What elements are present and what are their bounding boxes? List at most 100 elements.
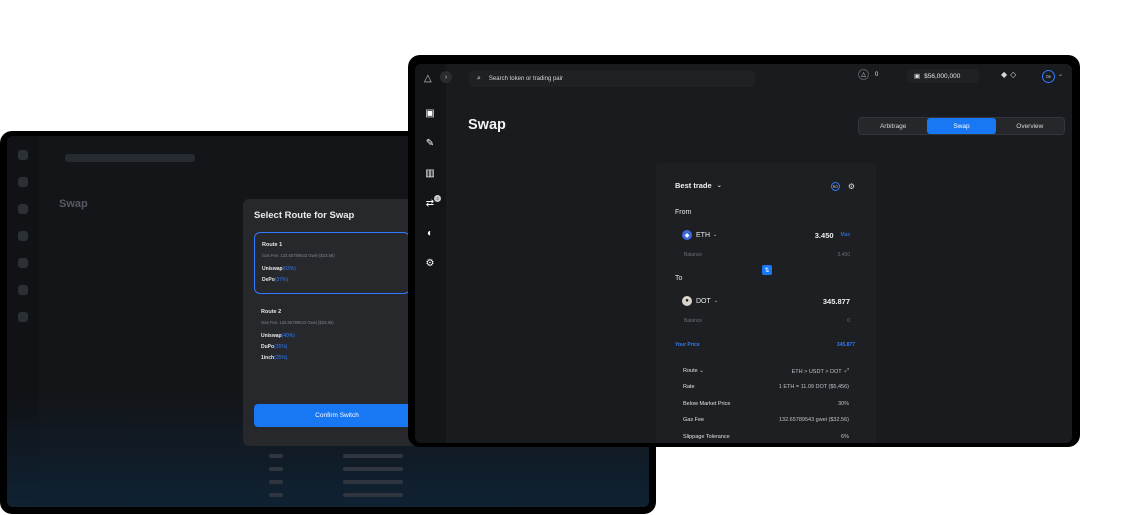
network-selector[interactable]: ◆ ◇ xyxy=(1001,70,1016,79)
your-price-label: Your Price xyxy=(675,342,700,348)
to-amount-value: 345.877 xyxy=(822,296,850,306)
back-swap-icon xyxy=(18,258,28,268)
from-balance-row: Balance 3.450 xyxy=(684,252,850,258)
back-search-input xyxy=(65,154,195,162)
detail-label: Route ⌄ xyxy=(683,368,704,375)
search-input[interactable]: ⌕ Search token or trading pair xyxy=(469,70,755,87)
back-detail-row xyxy=(269,493,403,497)
wallet-balance-button[interactable]: ▣ $56,000,000 xyxy=(907,69,979,83)
back-row-value xyxy=(343,493,403,497)
exchange-share: (63%) xyxy=(282,266,296,272)
back-detail-row xyxy=(269,454,403,458)
to-token-row: ● DOT ⌄ 345.877 xyxy=(682,296,850,306)
back-wallet-icon xyxy=(18,177,28,187)
select-route-modal: Select Route for Swap Route 1 Gas Fee: 1… xyxy=(243,199,421,446)
back-row-value xyxy=(343,454,403,458)
detail-label: Slippage Tolerance xyxy=(683,434,730,440)
wallet-icon[interactable]: ▣ xyxy=(424,108,436,120)
back-row-value xyxy=(343,480,403,484)
route-option-2[interactable]: Route 2 Gas Fee: 132.65789543 Gwei ($33.… xyxy=(254,300,410,375)
back-row-value xyxy=(343,467,403,471)
best-trade-dropdown[interactable]: Best trade ⌄ xyxy=(675,181,722,190)
tab-arbitrage[interactable]: Arbitrage xyxy=(859,118,927,134)
chart-icon[interactable]: ▥ xyxy=(424,168,436,180)
card-actions: RO ⚙ xyxy=(830,182,855,191)
back-detail-row xyxy=(269,480,403,484)
your-price-value: 345.877 xyxy=(836,342,855,348)
route-path-value: ETH > USDT > DOT xyxy=(791,368,842,375)
exchange-share: (40%) xyxy=(281,333,295,339)
to-balance-row: Balance 0 xyxy=(684,318,850,324)
tab-bar: Arbitrage Swap Overview xyxy=(858,117,1065,135)
switch-tokens-button[interactable]: ⇅ xyxy=(762,265,772,275)
exchange-name: DuPo xyxy=(261,344,275,350)
back-gear-icon xyxy=(18,312,28,322)
dot-token-icon: ● xyxy=(682,296,692,306)
chevron-down-icon[interactable]: ⌄ xyxy=(713,232,717,238)
detail-label: Gas Fee xyxy=(683,417,705,423)
back-chart-icon xyxy=(18,231,28,241)
from-amount-input[interactable]: 3.450 xyxy=(815,231,834,240)
back-detail-row xyxy=(269,467,403,471)
below-market-detail-row: Below Market Price 30% xyxy=(683,401,849,407)
wallet-balance: $56,000,000 xyxy=(924,72,961,80)
exchange-share: (25%) xyxy=(274,355,288,361)
detail-label: Below Market Price xyxy=(683,401,731,407)
tab-swap[interactable]: Swap xyxy=(927,118,996,134)
route-exchange: Uniswap(63%) xyxy=(262,266,402,272)
back-row-label xyxy=(269,467,283,471)
front-device-frame: △ ▣ ✎ ▥ ⇄ 2 ◐ ⚙ › ⌕ Search token or trad… xyxy=(408,55,1080,447)
gas-indicator[interactable]: △ 0 xyxy=(858,69,878,80)
chevron-down-icon[interactable]: ⌄ xyxy=(1058,71,1063,78)
route-exchange: DePo(37%) xyxy=(262,277,402,283)
to-balance-value: 0 xyxy=(847,318,850,324)
route-detail-row[interactable]: Route ⌄ ETH > USDT > DOT ⤢ xyxy=(683,368,849,375)
stage: Swap Select Route for Swap Route 1 Gas F… xyxy=(0,0,1141,515)
wallet-icon-top: ▣ xyxy=(914,73,921,80)
route-path: ETH > USDT > DOT ⤢ xyxy=(792,368,849,375)
account-avatar[interactable]: 0x xyxy=(1042,70,1055,83)
to-token-symbol[interactable]: DOT xyxy=(696,298,711,305)
palette-icon[interactable]: ◐ xyxy=(424,228,436,240)
back-detail-rows xyxy=(269,454,403,506)
back-row-label xyxy=(269,493,283,497)
search-icon: ⌕ xyxy=(477,74,481,82)
route-name: Route 2 xyxy=(261,309,282,315)
back-row-label xyxy=(269,454,283,458)
orders-icon[interactable]: ✎ xyxy=(424,138,436,150)
back-row-label xyxy=(269,480,283,484)
detail-value: 6% xyxy=(841,434,849,440)
back-palette-icon xyxy=(18,285,28,295)
back-orders-icon xyxy=(18,204,28,214)
gas-fee-detail-row: Gas Fee 132.65789543 gwei ($32.56) xyxy=(683,417,849,423)
slippage-badge[interactable]: RO xyxy=(830,182,840,191)
tab-overview[interactable]: Overview xyxy=(996,118,1064,134)
route-label: Route xyxy=(683,368,698,374)
gear-icon[interactable]: ⚙ xyxy=(424,258,436,270)
exchange-name: Uniswap xyxy=(261,333,282,339)
your-price-row: Your Price 345.877 xyxy=(675,342,855,348)
chevron-down-icon: ⌄ xyxy=(716,183,722,189)
confirm-switch-button[interactable]: Confirm Switch xyxy=(254,404,420,427)
from-balance-value: 3.450 xyxy=(837,252,850,258)
chevron-down-icon[interactable]: ⌄ xyxy=(714,298,718,304)
eth-token-icon: ◆ xyxy=(682,230,692,240)
max-button[interactable]: Max xyxy=(841,232,850,238)
ethereum-icon: ◆ xyxy=(1001,70,1008,79)
back-page-title: Swap xyxy=(59,198,88,210)
chevron-right-icon[interactable]: › xyxy=(440,71,452,83)
route-option-1[interactable]: Route 1 Gas Fee: 132.65789543 Gwei ($33.… xyxy=(254,232,410,294)
exchange-name: Uniswap xyxy=(262,266,283,272)
from-token-symbol[interactable]: ETH xyxy=(696,232,710,239)
swap-card: Best trade ⌄ RO ⚙ From ◆ ETH ⌄ 3.450 Max… xyxy=(656,163,876,443)
expand-icon[interactable]: ⤢ xyxy=(845,368,849,375)
detail-value: 30% xyxy=(837,401,849,407)
route-exchange: 1inch(25%) xyxy=(261,355,403,361)
exchange-share: (37%) xyxy=(274,277,289,283)
detail-value: 1 ETH = 11.09 DOT ($5,456) xyxy=(778,384,849,390)
gas-icon: △ xyxy=(858,69,869,80)
settings-gear-icon[interactable]: ⚙ xyxy=(848,182,855,191)
front-device-screen: △ ▣ ✎ ▥ ⇄ 2 ◐ ⚙ › ⌕ Search token or trad… xyxy=(415,64,1072,443)
from-token-row: ◆ ETH ⌄ 3.450 Max xyxy=(682,230,850,240)
to-balance-label: Balance xyxy=(684,318,703,324)
